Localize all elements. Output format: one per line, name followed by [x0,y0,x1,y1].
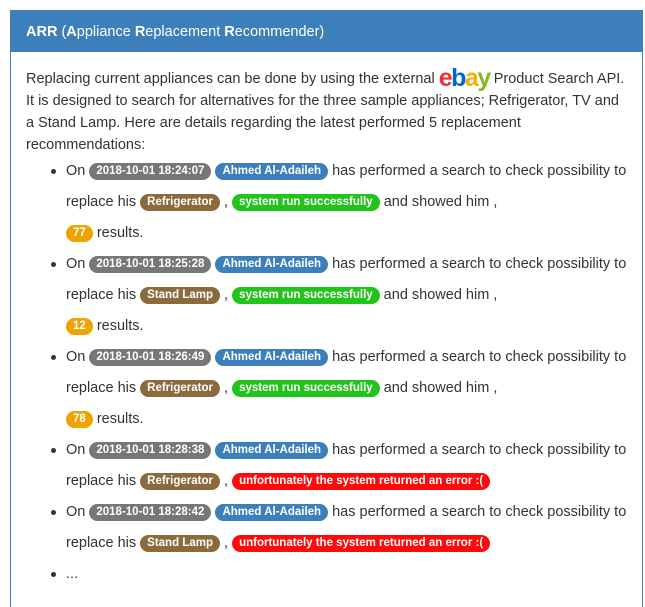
result-count-badge: 78 [66,411,93,428]
text-on: On [66,442,90,458]
user-badge: Ahmed Al-Adaileh [215,163,329,180]
intro-text: Replacing current appliances can be done… [26,64,625,154]
recommender-panel: ARR (Appliance Replacement Recommender) … [10,10,643,607]
list-item: On 2018-10-01 18:24:07 Ahmed Al-Adaileh … [51,156,627,249]
timestamp-badge: 2018-10-01 18:24:07 [89,163,212,180]
appliance-badge: Stand Lamp [140,535,220,552]
text-results: results. [92,318,144,334]
status-badge: system run successfully [232,287,380,304]
text-showed: and showed him , [379,380,498,396]
text-comma: , [219,287,233,303]
list-item-more: ... [51,559,627,590]
timestamp-badge: 2018-10-01 18:28:42 [89,504,212,521]
list-item: On 2018-10-01 18:25:28 Ahmed Al-Adaileh … [51,249,627,342]
ebay-logo: ebay [438,64,492,92]
recommendation-list: On 2018-10-01 18:24:07 Ahmed Al-Adaileh … [26,156,627,590]
list-item: On 2018-10-01 18:28:42 Ahmed Al-Adaileh … [51,497,627,559]
text-comma: , [219,380,233,396]
text-comma: , [219,473,233,489]
list-item: On 2018-10-01 18:28:38 Ahmed Al-Adaileh … [51,435,627,497]
list-item: On 2018-10-01 18:26:49 Ahmed Al-Adaileh … [51,342,627,435]
appliance-badge: Stand Lamp [140,287,220,304]
text-comma: , [219,535,233,551]
text-on: On [66,256,90,272]
status-badge: system run successfully [232,194,380,211]
text-on: On [66,163,90,179]
text-comma: , [219,194,233,210]
timestamp-badge: 2018-10-01 18:25:28 [89,256,212,273]
timestamp-badge: 2018-10-01 18:26:49 [89,349,212,366]
status-badge: system run successfully [232,380,380,397]
text-results: results. [92,225,144,241]
panel-heading: ARR (Appliance Replacement Recommender) [11,11,642,52]
user-badge: Ahmed Al-Adaileh [215,256,329,273]
result-count-badge: 77 [66,225,93,242]
user-badge: Ahmed Al-Adaileh [215,349,329,366]
text-on: On [66,504,90,520]
user-badge: Ahmed Al-Adaileh [215,504,329,521]
text-results: results. [92,411,144,427]
appliance-badge: Refrigerator [140,473,220,490]
appliance-badge: Refrigerator [140,194,220,211]
text-showed: and showed him , [379,287,498,303]
panel-body: Replacing current appliances can be done… [11,52,642,590]
timestamp-badge: 2018-10-01 18:28:38 [89,442,212,459]
status-badge: unfortunately the system returned an err… [232,473,491,490]
text-showed: and showed him , [379,194,498,210]
panel-title: ARR (Appliance Replacement Recommender) [26,23,325,40]
text-on: On [66,349,90,365]
user-badge: Ahmed Al-Adaileh [215,442,329,459]
appliance-badge: Refrigerator [140,380,220,397]
result-count-badge: 12 [66,318,93,335]
status-badge: unfortunately the system returned an err… [232,535,491,552]
